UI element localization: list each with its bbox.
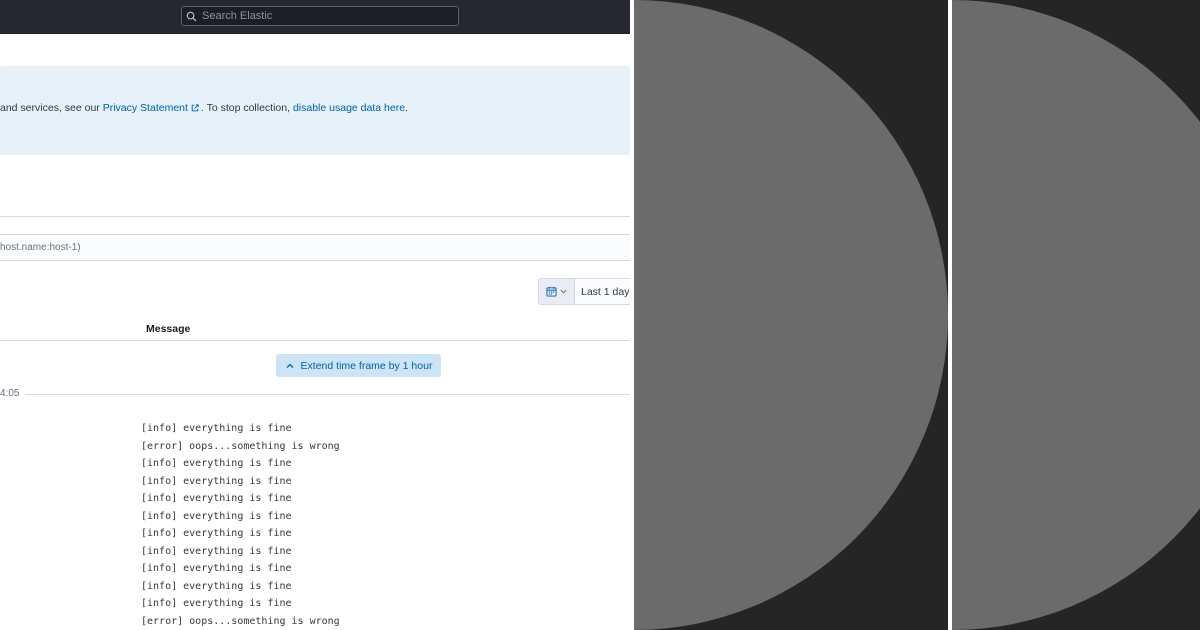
disable-usage-data-link[interactable]: disable usage data here <box>293 102 405 114</box>
extend-time-frame-button[interactable]: Extend time frame by 1 hour <box>276 354 441 377</box>
log-entry[interactable]: [error] oops...something is wrong <box>141 438 340 456</box>
calendar-icon <box>546 286 557 297</box>
query-text: host.name:host-1) <box>0 242 81 253</box>
log-entry[interactable]: [info] everything is fine <box>141 560 340 578</box>
callout-text-middle: . To stop collection, <box>200 102 293 114</box>
section-divider <box>0 216 630 217</box>
log-entry[interactable]: [info] everything is fine <box>141 595 340 613</box>
secondary-header <box>0 34 630 66</box>
timestamp-divider <box>24 394 630 395</box>
top-navigation-bar <box>0 0 630 34</box>
callout-text-before: and services, see our <box>0 102 103 114</box>
chevron-down-icon <box>560 289 567 294</box>
chevron-up-icon <box>286 363 294 368</box>
log-entries: [info] everything is fine [error] oops..… <box>141 420 340 630</box>
table-header-divider <box>0 340 630 341</box>
half-circle-shape <box>634 0 948 630</box>
global-search[interactable] <box>181 6 459 26</box>
log-entry[interactable]: [error] oops...something is wrong <box>141 613 340 630</box>
callout-text-after: . <box>405 102 408 114</box>
query-bar[interactable]: host.name:host-1) <box>0 234 630 261</box>
log-entry[interactable]: [info] everything is fine <box>141 578 340 596</box>
telemetry-callout: and services, see our Privacy Statement … <box>0 68 630 155</box>
quick-select-button[interactable] <box>539 279 575 304</box>
log-entry[interactable]: [info] everything is fine <box>141 473 340 491</box>
placeholder-panel-1 <box>634 0 948 630</box>
external-link-icon <box>191 104 199 112</box>
log-entry[interactable]: [info] everything is fine <box>141 543 340 561</box>
log-entry[interactable]: [info] everything is fine <box>141 420 340 438</box>
callout-text: and services, see our Privacy Statement … <box>0 102 408 114</box>
search-icon <box>186 11 197 21</box>
search-input[interactable] <box>197 10 442 22</box>
logs-app: and services, see our Privacy Statement … <box>0 0 630 630</box>
log-entry[interactable]: [info] everything is fine <box>141 525 340 543</box>
log-entry[interactable]: [info] everything is fine <box>141 455 340 473</box>
message-column-header: Message <box>146 323 191 335</box>
log-entry[interactable]: [info] everything is fine <box>141 508 340 526</box>
half-circle-shape <box>952 0 1200 630</box>
privacy-statement-link[interactable]: Privacy Statement <box>103 102 201 114</box>
placeholder-panel-2 <box>952 0 1200 630</box>
privacy-statement-label: Privacy Statement <box>102 102 188 114</box>
date-picker[interactable]: Last 1 day <box>538 278 630 305</box>
timestamp-marker: 4:05 <box>0 388 26 399</box>
log-entry[interactable]: [info] everything is fine <box>141 490 340 508</box>
date-range-label[interactable]: Last 1 day <box>575 286 629 298</box>
extend-time-frame-label: Extend time frame by 1 hour <box>300 359 433 372</box>
